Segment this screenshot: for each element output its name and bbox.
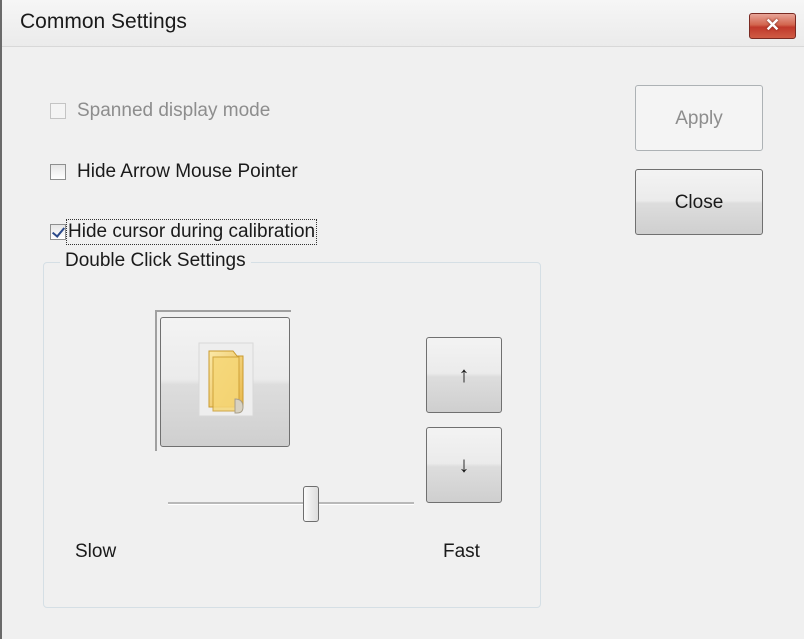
close-button[interactable]: Close bbox=[635, 169, 763, 235]
slider-thumb[interactable] bbox=[302, 486, 319, 522]
common-settings-window: Common Settings ✕ Spanned display mode H… bbox=[0, 0, 804, 639]
hide-arrow-pointer-checkbox[interactable]: Hide Arrow Mouse Pointer bbox=[50, 161, 298, 183]
spanned-display-checkbox-box bbox=[50, 103, 66, 119]
arrow-down-icon: ↓ bbox=[458, 452, 470, 477]
double-click-settings-label: Double Click Settings bbox=[60, 250, 251, 272]
window-title: Common Settings bbox=[20, 10, 187, 33]
spanned-display-checkbox: Spanned display mode bbox=[50, 100, 270, 122]
close-icon: ✕ bbox=[764, 15, 781, 35]
hide-arrow-pointer-label[interactable]: Hide Arrow Mouse Pointer bbox=[77, 161, 298, 183]
slider-slow-label: Slow bbox=[75, 541, 117, 562]
slider-fast-label: Fast bbox=[443, 541, 480, 562]
hide-cursor-calibration-checkbox-box[interactable] bbox=[50, 224, 66, 240]
window-close-button[interactable]: ✕ bbox=[749, 13, 796, 39]
arrow-up-icon: ↑ bbox=[458, 362, 470, 387]
double-click-speed-slider[interactable] bbox=[168, 502, 414, 505]
hide-arrow-pointer-checkbox-box[interactable] bbox=[50, 164, 66, 180]
speed-up-button[interactable]: ↑ bbox=[426, 337, 502, 413]
hide-cursor-calibration-checkbox[interactable]: Hide cursor during calibration bbox=[50, 219, 318, 245]
folder-icon[interactable] bbox=[197, 341, 255, 418]
speed-down-button[interactable]: ↓ bbox=[426, 427, 502, 503]
title-bar[interactable]: Common Settings ✕ bbox=[2, 0, 804, 47]
hide-cursor-calibration-label[interactable]: Hide cursor during calibration bbox=[65, 219, 318, 245]
spanned-display-label: Spanned display mode bbox=[77, 100, 271, 121]
apply-button[interactable]: Apply bbox=[635, 85, 763, 151]
